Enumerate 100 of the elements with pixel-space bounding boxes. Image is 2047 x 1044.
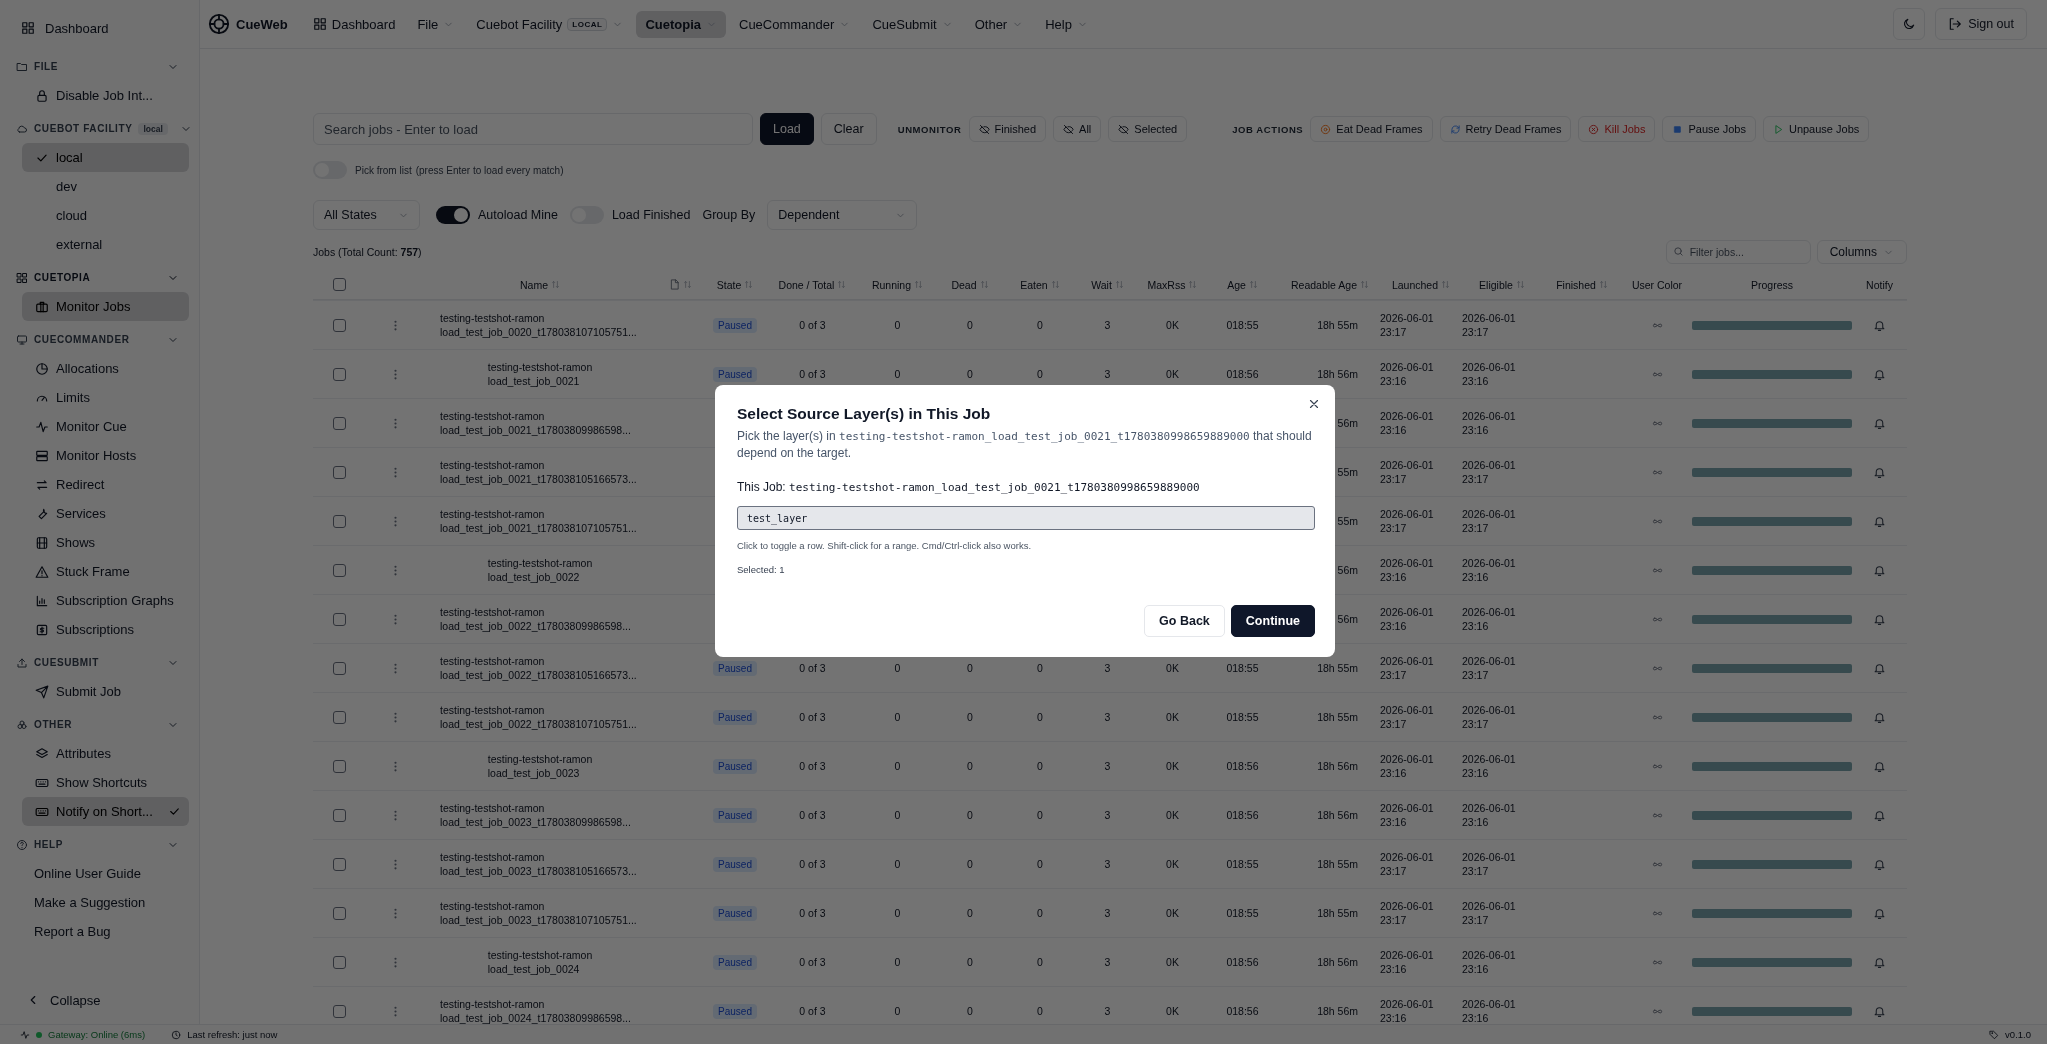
column-header[interactable]: Finished [1556,278,1596,291]
facility-option[interactable]: dev [22,172,189,201]
state-badge: Paused [713,905,757,921]
section-header[interactable]: CUECOMMANDER [0,325,199,354]
sidebar-item[interactable]: Monitor Cue [22,412,189,441]
job-action-button[interactable]: Kill Jobs [1578,116,1656,142]
nav-menu[interactable]: CueSubmit [863,10,962,38]
help-link[interactable]: Online User Guide [0,859,141,888]
section-header[interactable]: HELP [0,830,199,859]
column-header[interactable]: MaxRss [1147,278,1186,291]
nav-menu[interactable]: Dashboard [303,10,405,38]
sidebar-item[interactable]: Services [22,499,189,528]
column-header[interactable]: Progress [1751,278,1793,291]
row-checkbox[interactable] [332,661,346,675]
row-checkbox[interactable] [332,367,346,381]
unmonitor-button[interactable]: Finished [968,116,1047,142]
state-select[interactable]: All States [313,200,420,230]
search-field[interactable]: Search jobs - Enter to load [313,113,753,145]
section-header[interactable]: CUEBOT FACILITY local [0,114,199,143]
table-cell-text: 2026-06-01 23:17 [1462,507,1517,535]
column-header[interactable]: State [716,278,742,291]
row-checkbox[interactable] [332,710,346,724]
sidebar-item[interactable]: Monitor Jobs [22,292,189,321]
column-header[interactable]: Readable Age [1291,278,1357,291]
nav-menu[interactable]: Help [1036,10,1097,38]
sign-out-button[interactable]: Sign out [1935,8,2027,40]
sidebar-item[interactable]: Limits [22,383,189,412]
column-header[interactable]: Eligible [1479,278,1513,291]
autoload-mine-toggle[interactable] [436,206,470,224]
theme-toggle-button[interactable] [1893,8,1926,40]
column-header[interactable]: Notify [1866,278,1893,291]
column-header[interactable]: Age [1227,278,1246,291]
sidebar-item[interactable]: Attributes [22,739,189,768]
section-header[interactable]: CUETOPIA [0,263,199,292]
group-by-select[interactable]: Dependent [767,200,918,230]
sidebar-item[interactable]: Subscription Graphs [22,586,189,615]
columns-button[interactable]: Columns [1816,240,1907,264]
row-checkbox[interactable] [332,759,346,773]
table-cell: 0 [894,809,901,821]
nav-menu[interactable]: CueCommander [730,10,860,38]
row-checkbox[interactable] [332,416,346,430]
sidebar-item[interactable]: Stuck Frame [22,557,189,586]
sidebar-item[interactable]: Submit Job [22,677,189,706]
column-header[interactable]: Wait [1091,278,1112,291]
facility-option[interactable]: external [22,230,189,259]
row-checkbox[interactable] [332,318,346,332]
section-header[interactable]: FILE [0,52,199,81]
column-header[interactable]: Running [871,278,912,291]
sidebar-item[interactable]: Disable Job Int... [22,81,189,110]
facility-option[interactable]: local [22,143,189,172]
layer-row[interactable]: test_layer [737,506,1315,530]
row-checkbox[interactable] [332,955,346,969]
column-header[interactable]: Launched [1391,278,1439,291]
row-checkbox[interactable] [332,563,346,577]
load-button[interactable]: Load [760,113,814,145]
section-header[interactable]: OTHER [0,710,199,739]
job-action-button[interactable]: Eat Dead Frames [1310,116,1433,142]
filter-field[interactable]: Filter jobs... [1665,240,1811,264]
sidebar-item[interactable]: Redirect [22,470,189,499]
row-checkbox[interactable] [332,612,346,626]
column-header[interactable]: Done / Total [778,278,835,291]
job-action-button[interactable]: Pause Jobs [1662,116,1756,142]
job-action-button[interactable]: Retry Dead Frames [1439,116,1572,142]
row-checkbox[interactable] [332,465,346,479]
select-all-checkbox[interactable] [332,278,346,291]
row-checkbox[interactable] [332,514,346,528]
row-checkbox[interactable] [332,1004,346,1018]
facility-option[interactable]: cloud [22,201,189,230]
close-icon [1307,397,1321,411]
nav-menu[interactable]: Other [965,10,1033,38]
column-header[interactable]: Name [520,278,548,291]
nav-menu[interactable]: Cuebot Facility LOCAL [467,10,633,38]
sidebar-item[interactable]: Monitor Hosts [22,441,189,470]
column-header[interactable]: Eaten [1020,278,1048,291]
clear-button[interactable]: Clear [820,113,877,145]
section-header[interactable]: CUESUBMIT [0,648,199,677]
continue-button[interactable]: Continue [1230,605,1315,637]
column-header[interactable]: User Color [1631,278,1683,291]
sidebar-item[interactable]: Notify on Short... [22,797,189,826]
sidebar-item[interactable]: Show Shortcuts [22,768,189,797]
job-action-button[interactable]: Unpause Jobs [1762,116,1870,142]
row-checkbox[interactable] [332,857,346,871]
nav-menu[interactable]: File [408,10,464,38]
row-checkbox[interactable] [332,906,346,920]
collapse-button[interactable]: Collapse [0,986,101,1014]
sidebar-item[interactable]: Shows [22,528,189,557]
layers-icon [35,746,49,761]
help-link[interactable]: Report a Bug [0,917,111,946]
sidebar-item[interactable]: Subscriptions [22,615,189,644]
column-header[interactable]: Dead [951,278,977,291]
sidebar-item[interactable]: Allocations [22,354,189,383]
dashboard-link[interactable]: Dashboard [0,14,109,42]
nav-menu[interactable]: Cuetopia [636,10,726,38]
table-cell: 018:55 [1226,662,1259,674]
row-checkbox[interactable] [332,808,346,822]
help-link[interactable]: Make a Suggestion [0,888,146,917]
unmonitor-button[interactable]: All [1053,116,1102,142]
go-back-button[interactable]: Go Back [1144,605,1225,637]
unmonitor-button[interactable]: Selected [1108,116,1188,142]
table-cell-text: 2026-06-01 23:17 [1380,850,1435,878]
